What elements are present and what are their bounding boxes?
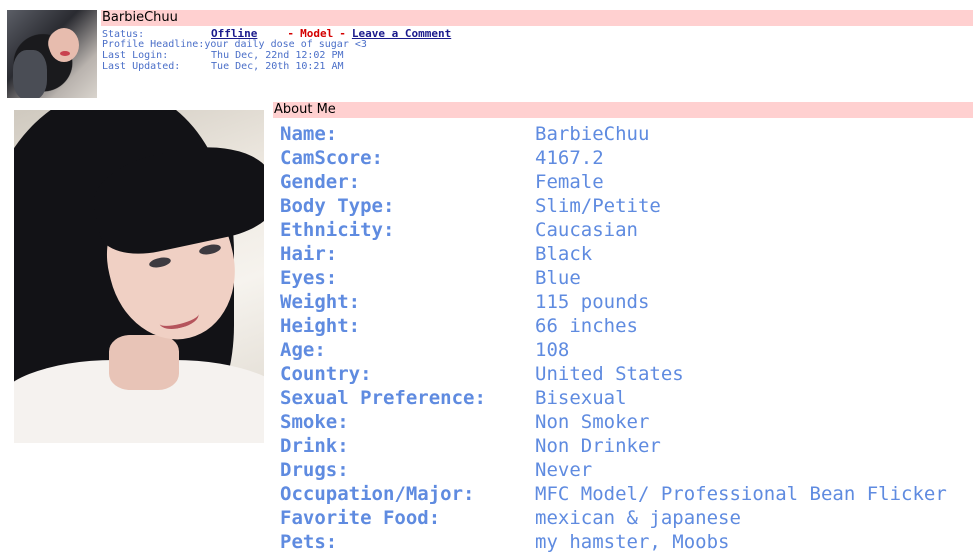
profile-field-row: Smoke: Non Smoker <box>280 410 973 434</box>
profile-field-row: Occupation/Major: MFC Model/ Professional… <box>280 482 973 506</box>
profile-field-label: Weight: <box>280 291 361 313</box>
last-login-label: Last Login: <box>102 50 169 61</box>
profile-field-label: Eyes: <box>280 267 338 289</box>
profile-main-photo[interactable] <box>14 110 264 443</box>
profile-field-row: Eyes: Blue <box>280 266 973 290</box>
last-updated-row: Last Updated: Tue Dec, 20th 10:21 AM <box>102 61 343 72</box>
profile-field-label: Smoke: <box>280 411 349 433</box>
profile-field-value: Caucasian <box>535 219 638 241</box>
profile-field-label: Hair: <box>280 243 338 265</box>
profile-field-label: Favorite Food: <box>280 507 441 529</box>
profile-field-label: Gender: <box>280 171 361 193</box>
profile-field-value: 66 inches <box>535 315 638 337</box>
avatar-arm-shape <box>13 50 47 98</box>
profile-field-row: Country: United States <box>280 362 973 386</box>
profile-field-label: Sexual Preference: <box>280 387 486 409</box>
about-me-title: About Me <box>274 102 336 117</box>
headline-row: Profile Headline:your daily dose of suga… <box>102 39 367 50</box>
profile-field-label: Drink: <box>280 435 349 457</box>
profile-field-value: my hamster, Moobs <box>535 531 730 553</box>
avatar-lips-shape <box>60 51 70 56</box>
avatar-face-shape <box>49 28 79 62</box>
profile-field-value: Never <box>535 459 593 481</box>
profile-field-row: Sexual Preference: Bisexual <box>280 386 973 410</box>
profile-field-label: Name: <box>280 123 338 145</box>
profile-field-row: Drugs: Never <box>280 458 973 482</box>
profile-field-row: Name: BarbieChuu <box>280 122 973 146</box>
username-bar: BarbieChuu <box>101 10 973 26</box>
profile-field-label: Body Type: <box>280 195 395 217</box>
profile-field-value: United States <box>535 363 684 385</box>
username-title: BarbieChuu <box>102 10 178 25</box>
photo-neck-shape <box>109 335 179 390</box>
profile-field-value: 108 <box>535 339 570 361</box>
profile-field-value: Non Smoker <box>535 411 650 433</box>
profile-field-value: Non Drinker <box>535 435 661 457</box>
headline-label: Profile Headline: <box>102 39 205 50</box>
profile-field-row: Gender: Female <box>280 170 973 194</box>
last-login-row: Last Login: Thu Dec, 22nd 12:02 PM <box>102 50 343 61</box>
profile-field-row: Body Type: Slim/Petite <box>280 194 973 218</box>
last-login-value: Thu Dec, 22nd 12:02 PM <box>211 50 344 61</box>
profile-field-value: MFC Model/ Professional Bean Flicker <box>535 483 947 505</box>
profile-field-value: Female <box>535 171 604 193</box>
profile-field-row: Hair: Black <box>280 242 973 266</box>
profile-field-label: Occupation/Major: <box>280 483 475 505</box>
headline-value: your daily dose of sugar <3 <box>204 39 367 50</box>
profile-field-label: Drugs: <box>280 459 349 481</box>
profile-field-row: Age: 108 <box>280 338 973 362</box>
profile-field-value: mexican & japanese <box>535 507 741 529</box>
profile-field-value: Blue <box>535 267 581 289</box>
profile-field-label: Pets: <box>280 531 338 553</box>
profile-field-row: Favorite Food: mexican & japanese <box>280 506 973 530</box>
profile-field-value: BarbieChuu <box>535 123 650 145</box>
last-updated-label: Last Updated: <box>102 61 181 72</box>
profile-field-row: Weight: 115 pounds <box>280 290 973 314</box>
profile-field-row: Drink: Non Drinker <box>280 434 973 458</box>
profile-field-label: Country: <box>280 363 372 385</box>
profile-field-row: Ethnicity: Caucasian <box>280 218 973 242</box>
profile-fields-list: Name: BarbieChuu CamScore: 4167.2 Gender: F… <box>280 122 973 554</box>
about-me-header: About Me <box>273 102 973 118</box>
profile-field-label: Height: <box>280 315 361 337</box>
profile-field-label: CamScore: <box>280 147 383 169</box>
profile-field-value: Bisexual <box>535 387 627 409</box>
profile-field-label: Age: <box>280 339 326 361</box>
profile-field-row: CamScore: 4167.2 <box>280 146 973 170</box>
profile-field-value: 4167.2 <box>535 147 604 169</box>
profile-field-label: Ethnicity: <box>280 219 395 241</box>
profile-field-value: Black <box>535 243 593 265</box>
profile-avatar-thumbnail[interactable] <box>7 10 97 98</box>
profile-field-row: Height: 66 inches <box>280 314 973 338</box>
profile-field-row: Pets: my hamster, Moobs <box>280 530 973 554</box>
last-updated-value: Tue Dec, 20th 10:21 AM <box>211 61 344 72</box>
profile-field-value: Slim/Petite <box>535 195 661 217</box>
profile-field-value: 115 pounds <box>535 291 650 313</box>
